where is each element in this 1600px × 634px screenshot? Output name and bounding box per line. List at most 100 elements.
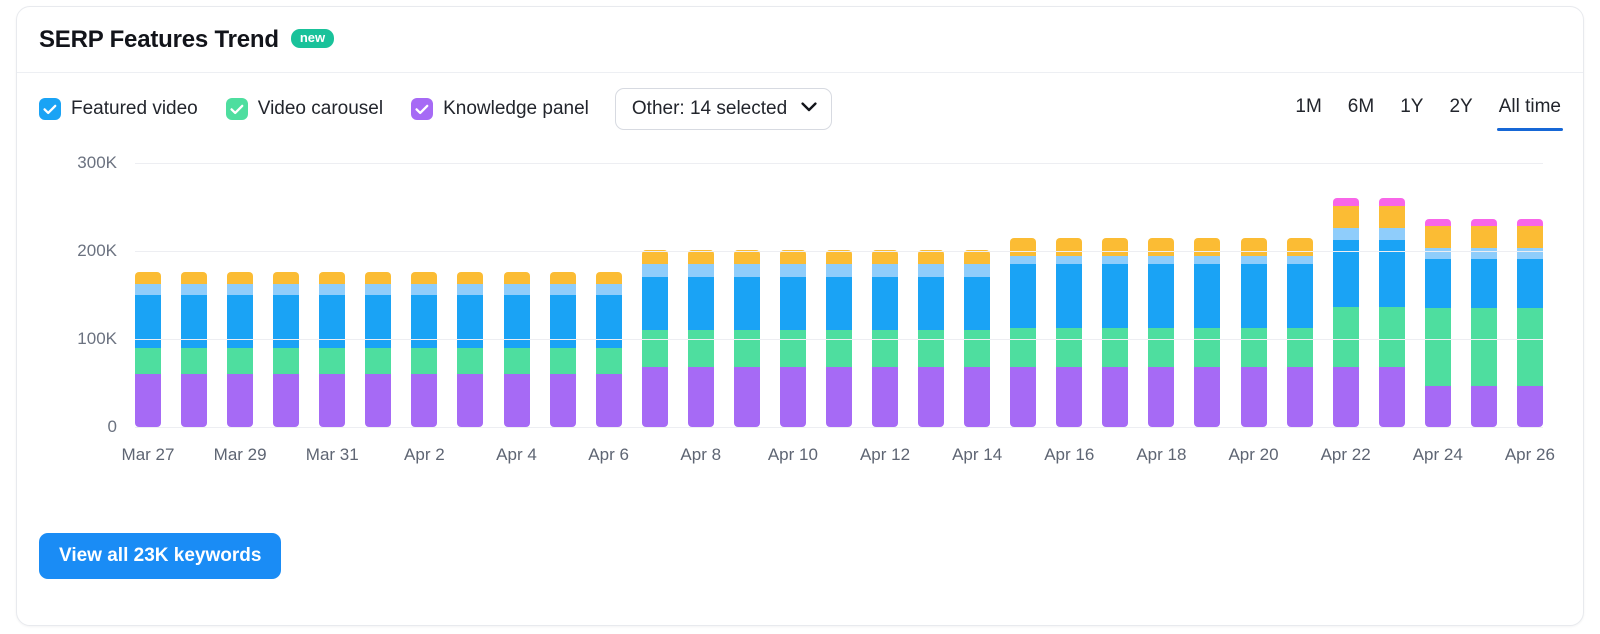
bar-19[interactable] bbox=[1010, 237, 1037, 427]
checkbox-2[interactable] bbox=[411, 98, 434, 120]
gridline bbox=[135, 251, 1543, 252]
status-badge: new bbox=[290, 28, 335, 49]
screenshot-root: SERP Features Trend new Featured video Vi… bbox=[0, 0, 1600, 634]
bar-4[interactable] bbox=[319, 272, 346, 427]
bar-segment bbox=[549, 272, 576, 284]
bar-segment bbox=[181, 374, 208, 427]
bar-segment bbox=[1516, 219, 1543, 227]
checkbox-1[interactable] bbox=[225, 98, 248, 120]
x-axis-tick-label: Mar 27 bbox=[121, 445, 175, 464]
bar-segment bbox=[1470, 247, 1497, 259]
bar-segment bbox=[503, 272, 530, 284]
legend-item-label: Featured video bbox=[71, 98, 198, 119]
bar-segment bbox=[319, 374, 346, 427]
bar-26[interactable] bbox=[1332, 198, 1359, 427]
checkbox-0[interactable] bbox=[39, 98, 61, 120]
bar-segment bbox=[1332, 367, 1359, 427]
bar-segment bbox=[687, 264, 714, 278]
bar-3[interactable] bbox=[273, 272, 300, 427]
bar-segment bbox=[227, 374, 254, 427]
bar-segment bbox=[411, 347, 438, 375]
bar-segment bbox=[1470, 219, 1497, 227]
bar-segment bbox=[181, 272, 208, 284]
range-option-6m[interactable]: 6M bbox=[1348, 96, 1374, 122]
bar-9[interactable] bbox=[549, 272, 576, 427]
bar-segment bbox=[964, 330, 991, 368]
bar-segment bbox=[273, 283, 300, 296]
bar-series bbox=[135, 163, 1543, 427]
bar-segment bbox=[1194, 328, 1221, 368]
bar-segment bbox=[319, 272, 346, 284]
legend-item-2[interactable]: Knowledge panel bbox=[411, 98, 589, 120]
bar-21[interactable] bbox=[1102, 237, 1129, 427]
bar-segment bbox=[227, 272, 254, 284]
bar-segment bbox=[1332, 198, 1359, 207]
bar-25[interactable] bbox=[1286, 237, 1313, 427]
bar-27[interactable] bbox=[1378, 198, 1405, 427]
bar-segment bbox=[549, 283, 576, 296]
bar-segment bbox=[641, 264, 668, 278]
bar-segment bbox=[1148, 264, 1175, 329]
bar-segment bbox=[918, 250, 945, 265]
x-axis-tick-label: Apr 2 bbox=[404, 445, 445, 464]
bar-segment bbox=[1424, 258, 1451, 309]
bar-segment bbox=[181, 283, 208, 296]
serp-features-trend-card: SERP Features Trend new Featured video Vi… bbox=[16, 6, 1584, 626]
legend-item-1[interactable]: Video carousel bbox=[225, 98, 384, 120]
bar-segment bbox=[1148, 237, 1175, 257]
bar-segment bbox=[1240, 328, 1267, 368]
x-axis-tick-label: Mar 29 bbox=[213, 445, 267, 464]
bar-segment bbox=[227, 283, 254, 296]
range-option-1y[interactable]: 1Y bbox=[1400, 96, 1423, 122]
range-option-1m[interactable]: 1M bbox=[1295, 96, 1321, 122]
bar-segment bbox=[1516, 226, 1543, 248]
bar-segment bbox=[1240, 367, 1267, 427]
bar-segment bbox=[1010, 256, 1037, 265]
bar-5[interactable] bbox=[365, 272, 392, 427]
bar-segment bbox=[733, 367, 760, 427]
bar-0[interactable] bbox=[135, 272, 161, 427]
bar-segment bbox=[641, 250, 668, 265]
legend-item-0[interactable]: Featured video bbox=[39, 98, 198, 120]
bar-24[interactable] bbox=[1240, 237, 1267, 427]
bar-segment bbox=[687, 330, 714, 368]
bar-23[interactable] bbox=[1194, 237, 1221, 427]
bar-segment bbox=[1194, 256, 1221, 265]
bar-segment bbox=[1148, 328, 1175, 368]
range-option-2y[interactable]: 2Y bbox=[1449, 96, 1472, 122]
bar-20[interactable] bbox=[1056, 237, 1083, 427]
legend: Featured video Video carousel Knowledge pa… bbox=[39, 98, 589, 120]
gridline bbox=[135, 427, 1543, 428]
bar-6[interactable] bbox=[411, 272, 438, 427]
bar-segment bbox=[1056, 237, 1083, 257]
bar-segment bbox=[181, 347, 208, 375]
bar-7[interactable] bbox=[457, 272, 484, 427]
bar-segment bbox=[872, 330, 898, 368]
view-all-keywords-button[interactable]: View all 23K keywords bbox=[39, 533, 282, 579]
gridline bbox=[135, 339, 1543, 340]
bar-segment bbox=[825, 367, 852, 427]
bar-segment bbox=[319, 347, 346, 375]
bar-22[interactable] bbox=[1148, 237, 1175, 427]
bar-segment bbox=[918, 264, 945, 278]
bar-segment bbox=[687, 277, 714, 331]
bar-segment bbox=[1286, 237, 1313, 257]
bar-segment bbox=[825, 250, 852, 265]
x-axis-tick-label: Apr 20 bbox=[1228, 445, 1279, 464]
bar-segment bbox=[595, 347, 622, 375]
bar-segment bbox=[1286, 328, 1313, 368]
bar-segment bbox=[1102, 237, 1129, 257]
bar-10[interactable] bbox=[595, 272, 622, 427]
bar-segment bbox=[1010, 328, 1037, 368]
bar-2[interactable] bbox=[227, 272, 254, 427]
check-icon bbox=[43, 104, 57, 114]
bar-segment bbox=[1102, 328, 1129, 368]
bar-segment bbox=[503, 283, 530, 296]
bar-8[interactable] bbox=[503, 272, 530, 427]
other-features-dropdown[interactable]: Other: 14 selected bbox=[614, 88, 833, 130]
bar-1[interactable] bbox=[181, 272, 208, 427]
bar-segment bbox=[779, 277, 806, 331]
bar-segment bbox=[503, 374, 530, 427]
legend-item-label: Video carousel bbox=[257, 98, 384, 119]
range-option-all-time[interactable]: All time bbox=[1496, 96, 1564, 131]
